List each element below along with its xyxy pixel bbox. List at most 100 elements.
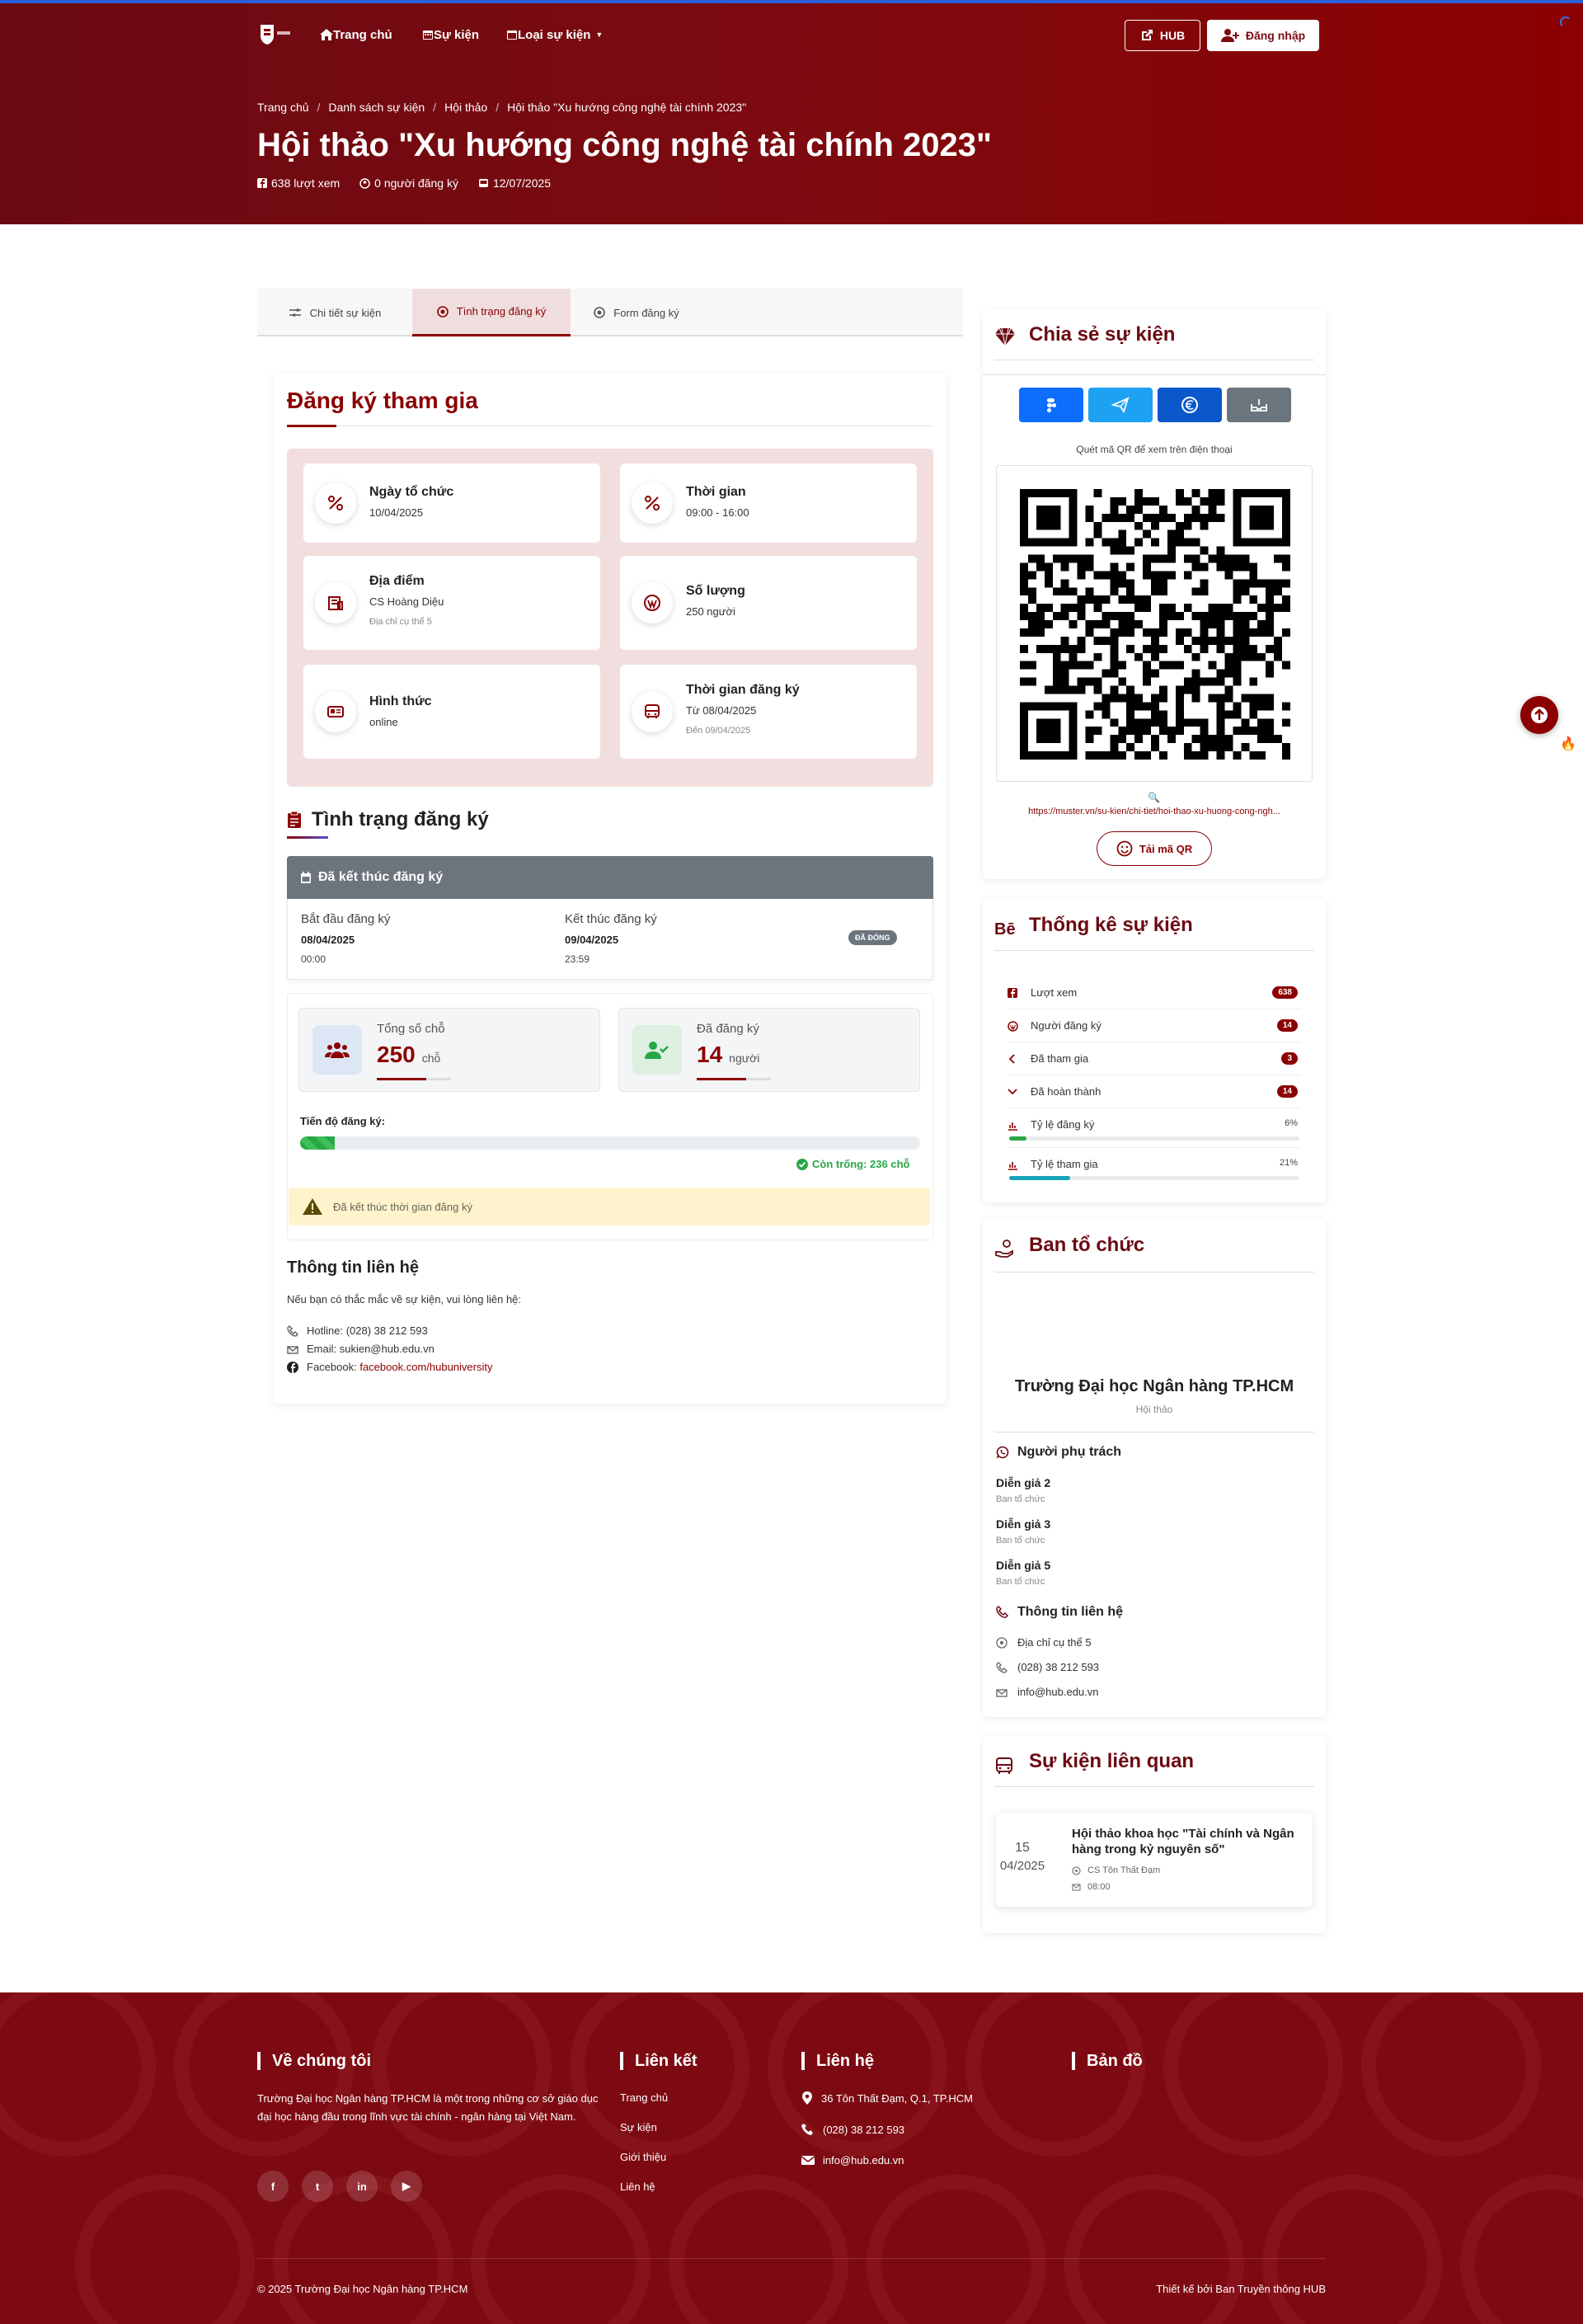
event-tabs: Chi tiết sự kiện Tình trạng đăng ký Form…	[257, 289, 963, 336]
registration-closed-alert: Đã kết thúc thời gian đăng ký	[289, 1188, 930, 1226]
section-title-status: Tình trạng đăng ký	[312, 808, 489, 830]
facebook-icon[interactable]: f	[257, 2171, 289, 2202]
footer-about-title: Về chúng tôi	[257, 2052, 371, 2070]
copy-link-button[interactable]	[1227, 388, 1291, 422]
breadcrumb-item[interactable]: Trang chủ	[257, 101, 309, 114]
circle-dot-icon	[436, 305, 449, 318]
share-linkedin-button[interactable]	[1158, 388, 1222, 422]
stat-row-views: Lượt xem 638	[1008, 986, 1301, 1009]
qr-code-frame	[996, 465, 1313, 782]
stat-label: Đã tham gia	[1031, 1052, 1089, 1065]
alert-text: Đã kết thúc thời gian đăng ký	[333, 1200, 472, 1213]
org-phone-text: (028) 38 212 593	[1017, 1661, 1100, 1673]
tab-event-details[interactable]: Chi tiết sự kiện	[257, 289, 412, 336]
hand-holding-icon	[995, 1240, 1013, 1258]
related-place-text: CS Tôn Thất Đạm	[1087, 1865, 1161, 1875]
total-value-group: 250 chỗ	[377, 1042, 440, 1068]
footer-credit: Thiết kế bởi Ban Truyền thông HUB	[1156, 2283, 1326, 2295]
phone-icon	[996, 1661, 1008, 1673]
info-value: Từ 08/04/2025	[686, 704, 757, 717]
section-title-register: Đăng ký tham gia	[287, 388, 478, 413]
person-role: Ban tổ chức	[996, 1494, 1045, 1504]
nav-events[interactable]: Sự kiện	[422, 20, 479, 49]
footer-phone: (028) 38 212 593	[801, 2123, 904, 2136]
site-footer	[0, 1992, 1583, 2324]
footer-link-home[interactable]: Trang chủ	[620, 2091, 668, 2104]
nav-event-types-dropdown[interactable]: Loại sự kiện ▼	[506, 20, 603, 49]
footer-link-about[interactable]: Giới thiệu	[620, 2151, 666, 2163]
download-qr-button[interactable]: Tải mã QR	[1097, 831, 1212, 866]
facebook-icon	[1008, 988, 1017, 998]
scroll-to-top-button[interactable]	[1520, 696, 1558, 734]
reg-rate-fill	[1009, 1136, 1027, 1141]
stat-value: 21%	[1279, 1158, 1298, 1168]
info-value: 250 người	[686, 605, 735, 618]
start-label: Bắt đầu đăng ký	[301, 912, 391, 926]
event-date: 12/07/2025	[492, 176, 552, 190]
nav-home-label: Trang chủ	[333, 27, 392, 42]
fire-icon[interactable]: 🔥	[1560, 736, 1576, 752]
youtube-icon[interactable]: ▶	[391, 2171, 422, 2202]
breadcrumb-item[interactable]: Danh sách sự kiện	[328, 101, 425, 114]
footer-email-text: info@hub.edu.vn	[823, 2154, 904, 2166]
contact-facebook: Facebook: facebook.com/hubuniversity	[287, 1361, 492, 1373]
date-meta: 12/07/2025	[478, 176, 551, 190]
tab-registration-status[interactable]: Tình trạng đăng ký	[412, 289, 571, 336]
inbox-icon	[1251, 399, 1267, 412]
info-card-quantity: Số lượng 250 người	[620, 556, 917, 650]
join-rate-fill	[1009, 1176, 1070, 1180]
stat-row-completed: Đã hoàn thành 14	[1008, 1085, 1301, 1108]
mail-icon	[287, 1345, 298, 1354]
hub-label: HUB	[1159, 29, 1186, 42]
twitter-icon[interactable]: t	[302, 2171, 333, 2202]
event-info-grid: Ngày tổ chức 10/04/2025 Thời gian 09:00 …	[287, 449, 933, 787]
footer-link-events[interactable]: Sự kiện	[620, 2121, 657, 2133]
info-card-registration-time: Thời gian đăng ký Từ 08/04/2025 Đến 09/0…	[620, 665, 917, 759]
related-event-item[interactable]: 15 04/2025 Hội thảo khoa học "Tài chính …	[996, 1813, 1313, 1907]
facebook-link[interactable]: facebook.com/hubuniversity	[359, 1361, 492, 1373]
org-contact-heading: Thông tin liên hệ	[996, 1605, 1123, 1620]
hub-button[interactable]: HUB	[1125, 20, 1200, 51]
tab-registration-form[interactable]: Form đăng ký	[571, 289, 702, 336]
footer-link-contact[interactable]: Liên hệ	[620, 2181, 655, 2193]
footer-contact-title: Liên hệ	[801, 2052, 874, 2070]
stat-underline	[697, 1078, 746, 1080]
total-unit: chỗ	[421, 1051, 441, 1065]
event-meta: 638 lượt xem 0 người đăng ký 12/07/2025	[257, 176, 551, 190]
tab-label: Chi tiết sự kiện	[309, 306, 382, 319]
login-button[interactable]: Đăng nhập	[1207, 20, 1319, 51]
status-heading: Tình trạng đăng ký	[287, 808, 489, 831]
info-card-location: Địa điểm CS Hoàng Diệu Địa chỉ cụ thể 5	[303, 556, 600, 650]
chevron-down-icon: ▼	[595, 31, 604, 39]
related-event-title: Hội thảo khoa học "Tài chính và Ngân hàn…	[1072, 1827, 1294, 1856]
divider	[994, 1272, 1314, 1273]
footer-divider	[257, 2258, 1326, 2259]
breadcrumb-item[interactable]: Hội thảo	[444, 101, 487, 114]
status-closed-header: Đã kết thúc đăng ký	[287, 856, 933, 899]
share-twitter-button[interactable]	[1088, 388, 1153, 422]
mail-icon	[996, 1688, 1008, 1697]
info-value: online	[369, 716, 398, 728]
org-email: info@hub.edu.vn	[996, 1686, 1099, 1698]
info-card-format: Hình thức online	[303, 665, 600, 759]
mail-icon	[1072, 1884, 1081, 1891]
qr-code-image	[1020, 489, 1290, 760]
tab-label: Tình trạng đăng ký	[456, 305, 547, 318]
registered-meta: 0 người đăng ký	[359, 176, 458, 190]
registration-period: Bắt đầu đăng ký 08/04/2025 00:00 Kết thú…	[287, 899, 933, 980]
linkedin-icon[interactable]: in	[346, 2171, 378, 2202]
divider	[994, 1786, 1314, 1787]
related-event-time: 08:00	[1072, 1882, 1111, 1892]
divider	[994, 950, 1314, 951]
person-name: Diễn giả 2	[996, 1476, 1051, 1489]
share-url[interactable]: https://muster.vn/su-kien/chi-tiet/hoi-t…	[994, 807, 1314, 816]
related-events-card: Sự kiện liên quan 15 04/2025 Hội thảo kh…	[983, 1735, 1326, 1933]
nav-home[interactable]: Trang chủ	[320, 20, 392, 49]
progress-label: Tiến độ đăng ký:	[300, 1115, 386, 1127]
facebook-icon	[257, 178, 267, 188]
stat-underline-track	[426, 1078, 451, 1080]
share-facebook-button[interactable]	[1019, 388, 1083, 422]
sliders-icon	[289, 308, 301, 317]
site-logo[interactable]	[257, 21, 294, 48]
info-title: Ngày tổ chức	[369, 485, 454, 499]
